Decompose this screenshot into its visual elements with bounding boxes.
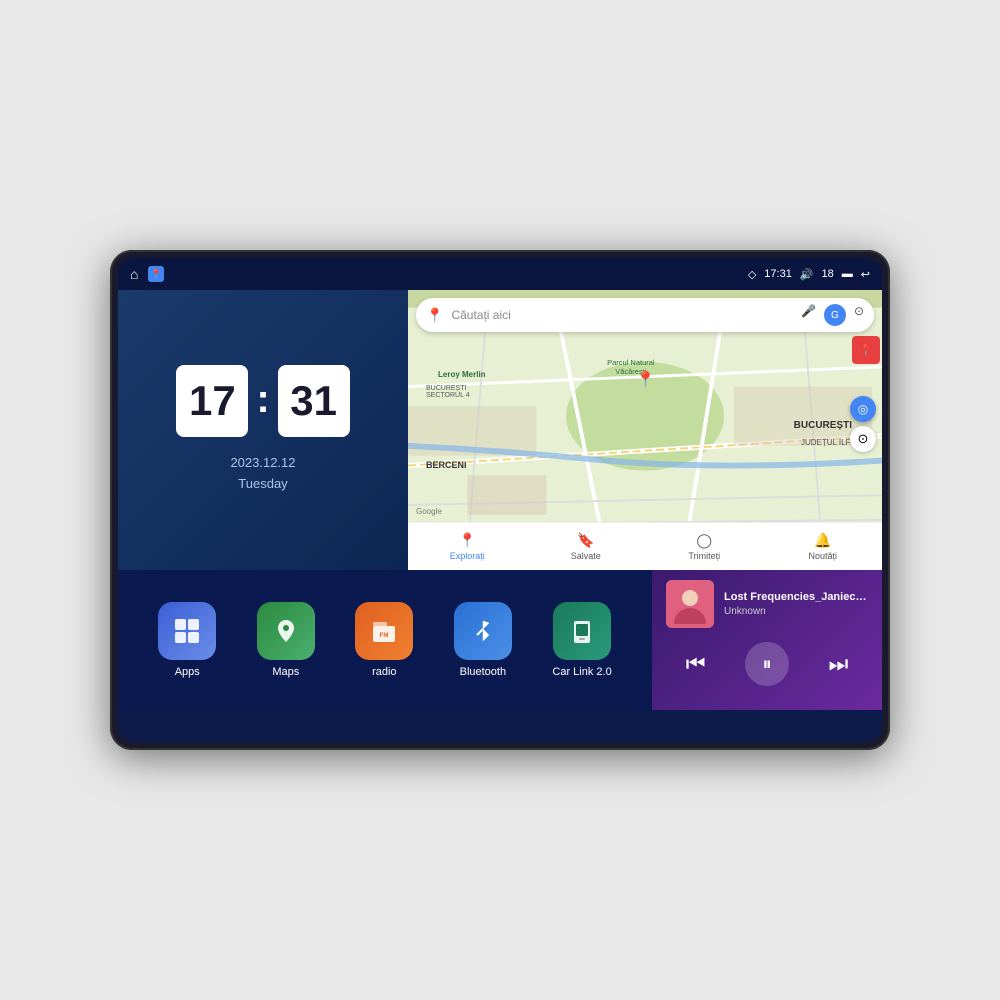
map-tab-salvate[interactable]: 🔖 Salvate <box>527 532 646 561</box>
clock-hours: 17 <box>176 365 248 437</box>
next-button[interactable]: ⏭ <box>828 651 848 677</box>
prev-button[interactable]: ⏮ <box>686 651 706 677</box>
sector4-label: BUCUREȘTI SECTORUL 4 <box>426 385 470 399</box>
bottom-section: Apps Maps <box>118 570 882 710</box>
map-location-icon: 📍 <box>636 370 656 390</box>
carlink-label: Car Link 2.0 <box>552 666 611 678</box>
map-tab-explorati[interactable]: 📍 Explorați <box>408 532 527 561</box>
location-indicator: ◇ <box>748 268 756 281</box>
music-info: Lost Frequencies_Janieck Devy-... Unknow… <box>666 580 868 628</box>
salvate-label: Salvate <box>571 551 601 561</box>
map-tab-trimiteti[interactable]: ◯ Trimiteți <box>645 532 764 561</box>
svg-text:FM: FM <box>380 633 389 639</box>
apps-icon <box>158 602 216 660</box>
layers-icon[interactable]: ⊙ <box>854 304 864 326</box>
noutati-label: Noutăți <box>808 551 837 561</box>
maps-label: Maps <box>272 666 299 678</box>
app-item-apps[interactable]: Apps <box>158 602 216 678</box>
maps-icon <box>257 602 315 660</box>
play-pause-button[interactable]: ⏸ <box>745 642 789 686</box>
bluetooth-icon <box>454 602 512 660</box>
explorati-icon: 📍 <box>459 532 476 549</box>
map-tab-noutati[interactable]: 🔔 Noutăți <box>764 532 883 561</box>
music-details: Lost Frequencies_Janieck Devy-... Unknow… <box>724 591 868 617</box>
clock-display: 17 : 31 <box>176 365 349 437</box>
map-search-pin-icon: 📍 <box>426 307 443 324</box>
music-player: Lost Frequencies_Janieck Devy-... Unknow… <box>652 570 882 710</box>
app-item-bluetooth[interactable]: Bluetooth <box>454 602 512 678</box>
location-btn[interactable]: ◎ <box>850 396 876 422</box>
clock-date-info: 2023.12.12 Tuesday <box>230 453 295 495</box>
clock-minutes: 31 <box>278 365 350 437</box>
trimiteti-label: Trimiteți <box>688 551 720 561</box>
radio-label: radio <box>372 666 396 678</box>
compass-icon[interactable]: ⊙ <box>850 426 876 452</box>
battery-level: 18 <box>822 268 834 280</box>
main-content: 17 : 31 2023.12.12 Tuesday <box>118 290 882 742</box>
apps-section: Apps Maps <box>118 570 652 710</box>
radio-icon: FM <box>355 602 413 660</box>
home-icon[interactable]: ⌂ <box>130 266 138 282</box>
clock-widget: 17 : 31 2023.12.12 Tuesday <box>118 290 408 570</box>
volume-icon: 🔊 <box>800 268 814 281</box>
clock-colon: : <box>256 377 269 422</box>
bucuresti-label: BUCUREȘTI <box>794 420 852 431</box>
map-search-placeholder: Căutați aici <box>451 308 793 322</box>
device-screen: ⌂ 📍 ◇ 17:31 🔊 18 ▬ ↩ 17 : <box>118 258 882 742</box>
berceni-label: BERCENI <box>426 460 467 470</box>
back-icon[interactable]: ↩ <box>861 268 870 281</box>
salvate-icon: 🔖 <box>577 532 594 549</box>
app-item-maps[interactable]: Maps <box>257 602 315 678</box>
bluetooth-label: Bluetooth <box>460 666 506 678</box>
music-title: Lost Frequencies_Janieck Devy-... <box>724 591 868 603</box>
status-bar: ⌂ 📍 ◇ 17:31 🔊 18 ▬ ↩ <box>118 258 882 290</box>
red-pin-icon: 📍 <box>852 336 880 364</box>
top-section: 17 : 31 2023.12.12 Tuesday <box>118 290 882 570</box>
explorati-label: Explorați <box>450 551 485 561</box>
leroy-label: Leroy Merlin <box>438 370 486 379</box>
noutati-icon: 🔔 <box>814 532 831 549</box>
clock-day: Tuesday <box>230 474 295 495</box>
car-unit-device: ⌂ 📍 ◇ 17:31 🔊 18 ▬ ↩ 17 : <box>110 250 890 750</box>
user-avatar[interactable]: G <box>824 304 846 326</box>
map-search-bar[interactable]: 📍 Căutați aici 🎤 G ⊙ <box>416 298 874 332</box>
app-item-radio[interactable]: FM radio <box>355 602 413 678</box>
carlink-icon <box>553 602 611 660</box>
map-search-controls: 🎤 G ⊙ <box>801 304 864 326</box>
google-watermark: Google <box>416 507 442 516</box>
music-artist: Unknown <box>724 606 868 617</box>
status-right: ◇ 17:31 🔊 18 ▬ ↩ <box>748 268 870 281</box>
trimiteti-icon: ◯ <box>696 532 712 549</box>
music-thumbnail <box>666 580 714 628</box>
map-widget[interactable]: 📍 Căutați aici 🎤 G ⊙ TRAPEZULUI BERCENI … <box>408 290 882 570</box>
music-controls: ⏮ ⏸ ⏭ <box>666 642 868 686</box>
mic-icon[interactable]: 🎤 <box>801 304 816 326</box>
apps-label: Apps <box>175 666 200 678</box>
clock-date: 2023.12.12 <box>230 453 295 474</box>
map-bottom-tabs: 📍 Explorați 🔖 Salvate ◯ Trimiteți 🔔 <box>408 522 882 570</box>
app-item-carlink[interactable]: Car Link 2.0 <box>552 602 611 678</box>
maps-pin-icon[interactable]: 📍 <box>148 266 164 282</box>
status-time: 17:31 <box>764 268 792 280</box>
battery-icon: ▬ <box>842 268 853 280</box>
status-left: ⌂ 📍 <box>130 266 164 282</box>
